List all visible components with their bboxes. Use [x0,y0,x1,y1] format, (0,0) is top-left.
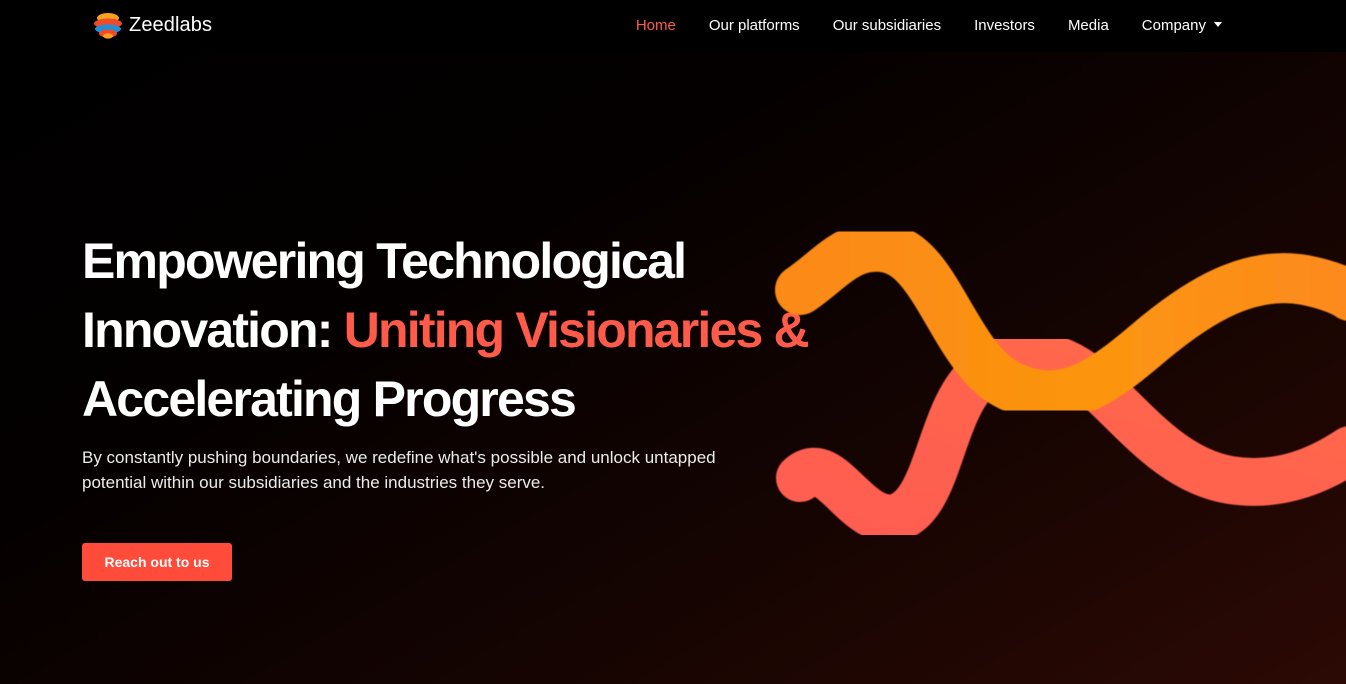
nav-item-our-platforms[interactable]: Our platforms [709,17,800,34]
hero-title-line-2: Innovation: Uniting Visionaries & [82,296,810,365]
hero-title-prefix: Innovation: [82,302,344,358]
nav-item-company-dropdown[interactable]: Company [1142,17,1222,34]
navbar: Zeedlabs Home Our platforms Our subsidia… [0,0,1346,52]
page: Zeedlabs Home Our platforms Our subsidia… [0,0,1346,684]
ribbon-orange-strand [775,221,1346,421]
brand-name: Zeedlabs [129,13,213,36]
hero-title: Empowering Technological Innovation: Uni… [82,227,810,434]
hero-title-line-1: Empowering Technological [82,233,687,289]
infinity-ribbon-graphic [775,221,1346,543]
reach-out-button[interactable]: Reach out to us [82,543,232,581]
hero-description: By constantly pushing boundaries, we red… [82,448,716,492]
nav-item-label: Media [1067,16,1109,34]
nav-item-home[interactable]: Home [636,17,676,34]
caret-down-icon [1214,21,1222,27]
nav-item-label: Company [1141,16,1206,34]
brand-link[interactable]: Zeedlabs [93,11,212,39]
zeedlabs-logo-icon [94,13,122,39]
nav-item-label: Investors [974,16,1035,34]
nav-item-label: Our platforms [708,16,800,34]
nav-item-label: Home [635,16,676,34]
nav-menu: Home Our platforms Our subsidiaries Inve… [603,0,1222,50]
nav-item-our-subsidiaries[interactable]: Our subsidiaries [833,17,941,34]
hero-title-highlight: Uniting Visionaries & [343,302,810,358]
hero-title-line-3: Accelerating Progress [82,371,577,427]
nav-item-investors[interactable]: Investors [974,17,1035,34]
nav-item-media[interactable]: Media [1068,17,1109,34]
nav-item-label: Our subsidiaries [832,16,942,34]
